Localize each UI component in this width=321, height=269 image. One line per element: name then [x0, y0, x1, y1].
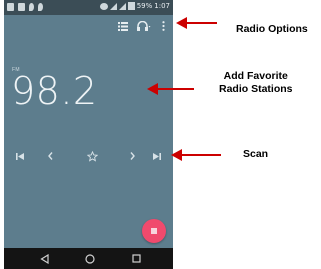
system-indicators: 59% 1:07 — [99, 2, 170, 10]
station-list-button[interactable] — [116, 19, 130, 33]
chevron-right-icon — [129, 152, 135, 160]
frequency-display: 98.2 — [11, 69, 98, 113]
home-button[interactable] — [82, 252, 98, 265]
navigation-bar — [4, 248, 173, 269]
star-outline-icon — [86, 150, 98, 162]
home-circle-icon — [85, 253, 95, 264]
wifi-status-icon — [109, 2, 117, 10]
add-favorite-label: Add Favorite Radio Stations — [219, 70, 293, 96]
recent-apps-button[interactable] — [128, 252, 144, 265]
radio-toolbar — [4, 15, 173, 37]
skip-previous-icon — [16, 152, 24, 160]
chevron-left-icon — [47, 152, 53, 160]
scan-arrow-line — [181, 154, 221, 156]
back-button[interactable] — [36, 252, 52, 265]
message-notification-icon — [18, 3, 25, 11]
add-favorite-label-line2: Radio Stations — [219, 83, 293, 96]
list-icon — [118, 21, 128, 31]
phone-screen: 59% 1:07 FM 98.2 — [4, 0, 173, 269]
battery-icon — [127, 2, 135, 10]
previous-station-button[interactable] — [13, 147, 27, 165]
skip-next-icon — [153, 152, 161, 160]
radio-options-label: Radio Options — [236, 23, 308, 35]
add-favorite-button[interactable] — [85, 147, 99, 165]
next-station-button[interactable] — [150, 147, 164, 165]
battery-percent: 59% — [136, 2, 153, 10]
tune-up-button[interactable] — [125, 147, 139, 165]
tuning-controls — [4, 147, 173, 165]
clock: 1:07 — [154, 2, 170, 10]
signal-status-icon — [118, 2, 126, 10]
more-vert-icon — [161, 21, 165, 31]
status-bar: 59% 1:07 — [4, 0, 173, 15]
location-notification-icon — [29, 3, 34, 11]
stop-radio-button[interactable] — [142, 219, 166, 243]
tune-down-button[interactable] — [43, 147, 57, 165]
stop-icon — [151, 228, 157, 234]
pin-notification-icon — [38, 3, 43, 11]
recent-square-icon — [131, 254, 141, 263]
add-favorite-arrow-line — [157, 88, 194, 90]
add-favorite-label-line1: Add Favorite — [223, 70, 288, 82]
scan-label: Scan — [243, 148, 269, 160]
radio-options-button[interactable] — [158, 19, 168, 33]
headphones-icon — [137, 21, 151, 31]
radio-options-arrow-line — [186, 22, 217, 24]
audio-output-button[interactable] — [136, 19, 152, 33]
headset-status-icon — [99, 2, 108, 10]
gallery-notification-icon — [7, 3, 14, 11]
back-triangle-icon — [39, 253, 49, 264]
notification-icons — [7, 3, 43, 11]
